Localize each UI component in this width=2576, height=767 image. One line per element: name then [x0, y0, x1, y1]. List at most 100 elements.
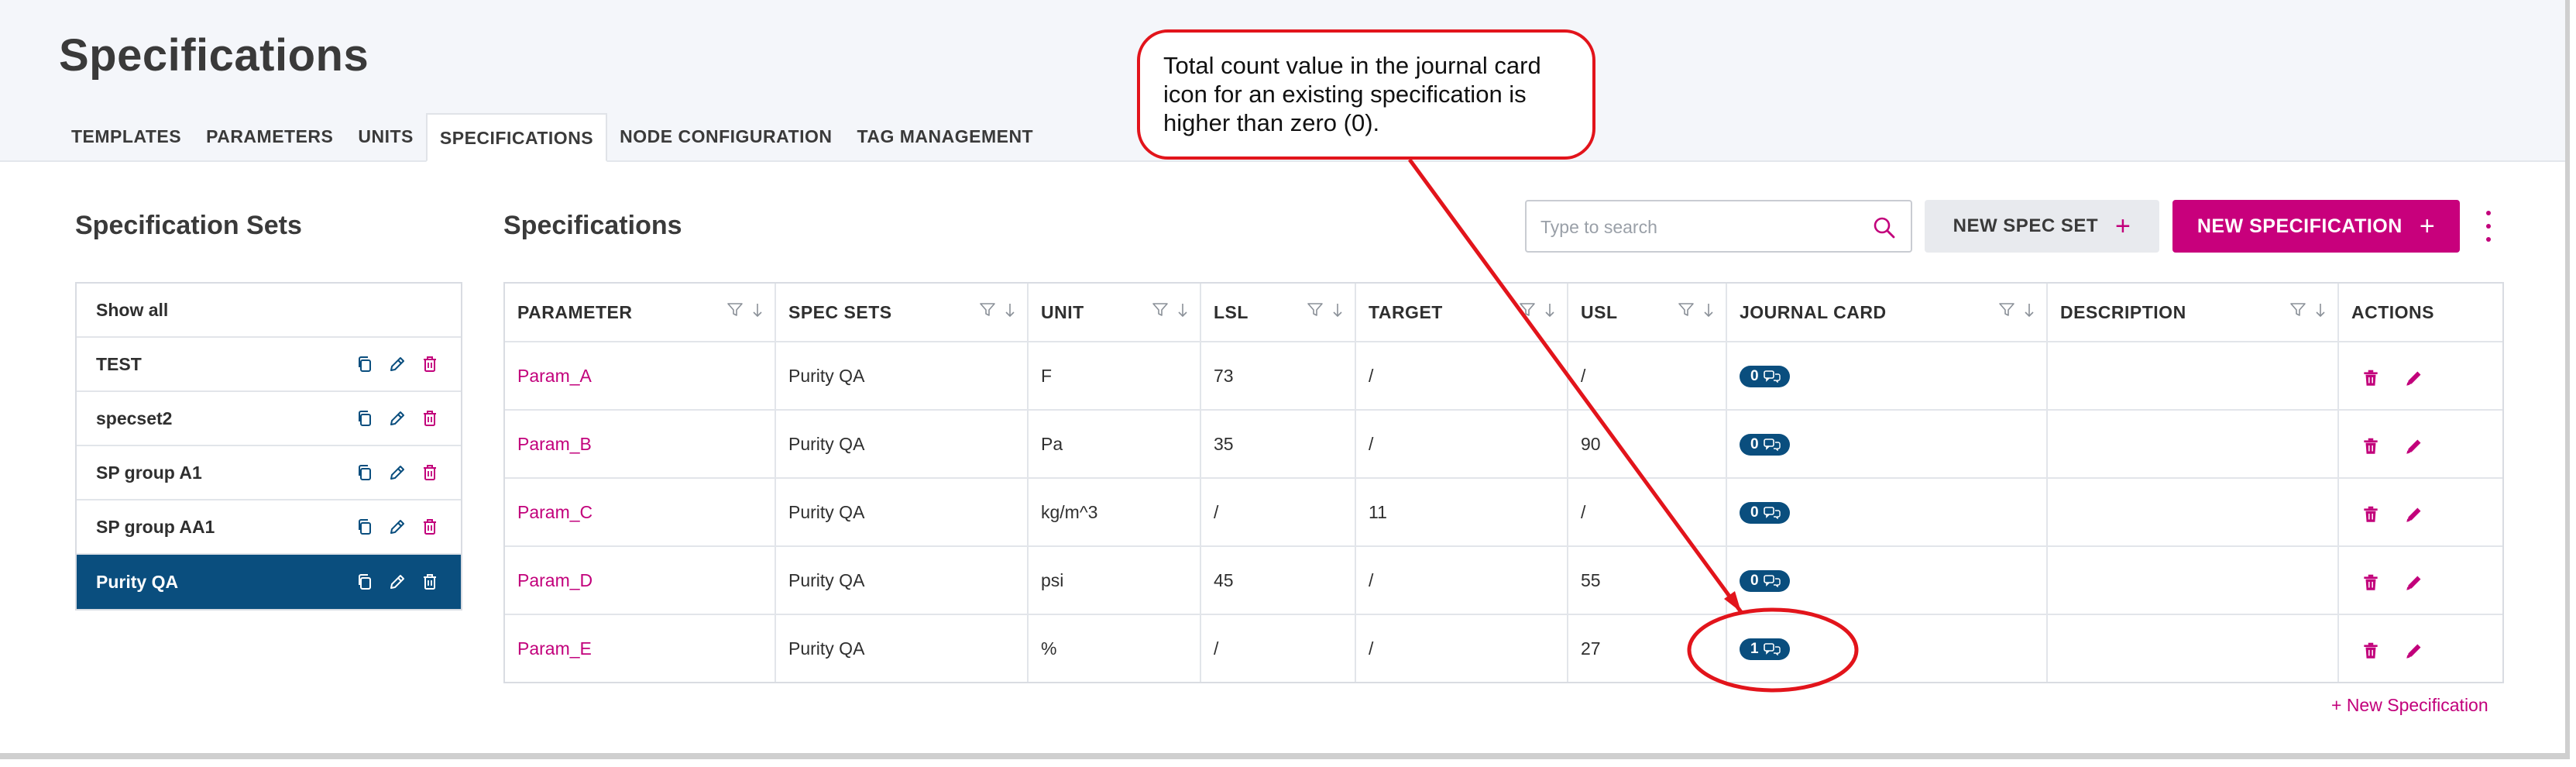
trash-icon[interactable] [2361, 641, 2381, 661]
actions-cell [2339, 479, 2502, 545]
pencil-icon[interactable] [388, 463, 407, 482]
trash-icon[interactable] [2361, 436, 2381, 456]
sort-arrow-icon[interactable] [2023, 301, 2035, 323]
sort-arrow-icon[interactable] [1544, 301, 1556, 323]
comment-icon [1763, 507, 1781, 519]
filter-icon[interactable] [1678, 301, 1695, 323]
search-input[interactable] [1540, 215, 1850, 239]
column-header[interactable]: PARAMETER [505, 284, 776, 341]
spec-set-item[interactable]: specset2 [77, 392, 461, 446]
table-row: Param_B Purity QA Pa 35 / 90 0 [505, 409, 2502, 477]
column-header-controls [1519, 284, 1556, 341]
column-header-label: DESCRIPTION [2060, 301, 2186, 322]
parameter-link[interactable]: Param_A [517, 366, 592, 387]
copy-icon[interactable] [355, 573, 374, 591]
parameter-cell: Param_A [505, 342, 776, 409]
copy-icon[interactable] [355, 409, 374, 428]
column-header[interactable]: UNIT [1029, 284, 1201, 341]
pencil-icon[interactable] [2404, 368, 2424, 388]
description-cell [2048, 615, 2339, 682]
column-header[interactable]: LSL [1201, 284, 1356, 341]
unit-cell: % [1029, 615, 1201, 682]
new-specification-button[interactable]: NEW SPECIFICATION + [2172, 200, 2460, 253]
copy-icon[interactable] [355, 355, 374, 373]
tab-tag-management[interactable]: TAG MANAGEMENT [845, 113, 1046, 162]
pencil-icon[interactable] [388, 518, 407, 536]
pencil-icon[interactable] [2404, 641, 2424, 661]
lsl-cell: 45 [1201, 547, 1356, 614]
column-header[interactable]: ACTIONS [2339, 284, 2502, 341]
column-header[interactable]: USL [1568, 284, 1727, 341]
filter-icon[interactable] [1519, 301, 1536, 323]
filter-icon[interactable] [726, 301, 744, 323]
trash-icon[interactable] [421, 573, 439, 591]
filter-icon[interactable] [1307, 301, 1324, 323]
filter-icon[interactable] [2289, 301, 2306, 323]
filter-icon[interactable] [1998, 301, 2015, 323]
trash-icon[interactable] [421, 518, 439, 536]
unit-cell: Pa [1029, 411, 1201, 477]
spec-set-item[interactable]: Show all [77, 284, 461, 338]
target-cell-value: / [1369, 638, 1374, 659]
trash-icon[interactable] [2361, 368, 2381, 388]
sort-arrow-icon[interactable] [1331, 301, 1344, 323]
sort-arrow-icon[interactable] [1004, 301, 1016, 323]
parameter-link[interactable]: Param_C [517, 502, 592, 523]
tab-templates[interactable]: TEMPLATES [59, 113, 194, 162]
journal-card-badge[interactable]: 0 [1740, 434, 1790, 456]
trash-icon[interactable] [2361, 504, 2381, 525]
sort-arrow-icon[interactable] [1176, 301, 1189, 323]
parameter-link[interactable]: Param_E [517, 638, 592, 659]
trash-icon[interactable] [421, 355, 439, 373]
pencil-icon[interactable] [388, 355, 407, 373]
target-cell-value: / [1369, 569, 1374, 590]
spec-set-item[interactable]: SP group A1 [77, 446, 461, 500]
column-header[interactable]: DESCRIPTION [2048, 284, 2339, 341]
trash-icon[interactable] [421, 409, 439, 428]
copy-icon[interactable] [355, 463, 374, 482]
kebab-menu-icon[interactable] [2482, 211, 2495, 242]
column-header-label: JOURNAL CARD [1740, 301, 1887, 322]
column-header-label: PARAMETER [517, 301, 633, 322]
tab-node-configuration[interactable]: NODE CONFIGURATION [607, 113, 844, 162]
journal-card-badge[interactable]: 0 [1740, 570, 1790, 592]
trash-icon[interactable] [2361, 573, 2381, 593]
sort-arrow-icon[interactable] [2314, 301, 2327, 323]
journal-card-badge[interactable]: 0 [1740, 502, 1790, 524]
column-header[interactable]: JOURNAL CARD [1727, 284, 2048, 341]
copy-icon[interactable] [355, 518, 374, 536]
new-spec-set-button[interactable]: NEW SPEC SET + [1925, 200, 2159, 253]
tab-specifications[interactable]: SPECIFICATIONS [425, 113, 608, 162]
pencil-icon[interactable] [2404, 436, 2424, 456]
spec-set-item[interactable]: TEST [77, 338, 461, 392]
sort-arrow-icon[interactable] [751, 301, 764, 323]
pencil-icon[interactable] [388, 409, 407, 428]
journal-card-badge[interactable]: 0 [1740, 366, 1790, 387]
pencil-icon[interactable] [2404, 573, 2424, 593]
spec-set-item[interactable]: Purity QA [77, 555, 461, 609]
tab-parameters[interactable]: PARAMETERS [194, 113, 345, 162]
parameter-link[interactable]: Param_B [517, 434, 592, 455]
sort-arrow-icon[interactable] [1702, 301, 1715, 323]
new-specification-link[interactable]: + New Specification [2331, 695, 2488, 716]
journal-count: 0 [1750, 368, 1759, 384]
filter-icon[interactable] [1152, 301, 1169, 323]
tab-units[interactable]: UNITS [345, 113, 426, 162]
usl-cell: / [1568, 479, 1727, 545]
journal-card-badge[interactable]: 1 [1740, 638, 1790, 660]
lsl-cell-value: / [1214, 638, 1219, 659]
pencil-icon[interactable] [388, 573, 407, 591]
filter-icon[interactable] [979, 301, 996, 323]
usl-cell: 55 [1568, 547, 1727, 614]
search-icon[interactable] [1872, 215, 1897, 240]
column-header-controls [1152, 284, 1189, 341]
column-header[interactable]: TARGET [1356, 284, 1568, 341]
spec-set-label: Show all [96, 299, 169, 320]
column-header[interactable]: SPEC SETS [776, 284, 1029, 341]
new-spec-set-label: NEW SPEC SET [1953, 215, 2098, 236]
pencil-icon[interactable] [2404, 504, 2424, 525]
trash-icon[interactable] [421, 463, 439, 482]
parameter-link[interactable]: Param_D [517, 570, 592, 591]
description-cell [2048, 411, 2339, 477]
spec-set-item[interactable]: SP group AA1 [77, 500, 461, 555]
